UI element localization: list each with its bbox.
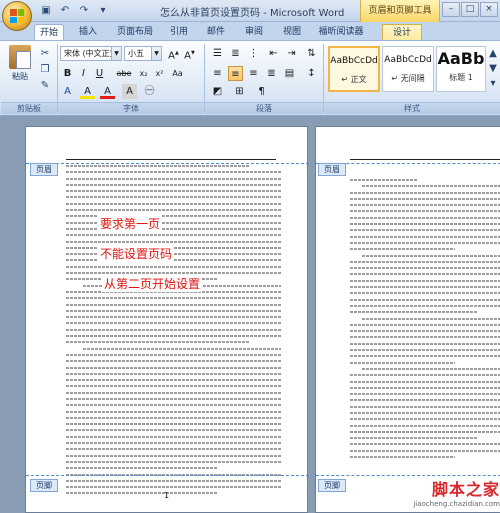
show-marks-icon[interactable]: ¶ xyxy=(254,84,269,99)
style-name: 标题 1 xyxy=(449,73,473,82)
watermark-url: jiaocheng.chazidian.com xyxy=(413,500,500,508)
subscript-button[interactable]: x₂ xyxy=(136,66,151,81)
context-tool-title: 页眉和页脚工具 xyxy=(360,0,440,22)
text-effect-button[interactable]: A xyxy=(60,84,75,99)
style-sample: AaBbCcDd xyxy=(330,56,378,66)
format-painter-icon[interactable]: ✎ xyxy=(38,79,52,92)
header-tag: 页眉 xyxy=(318,163,346,176)
paste-button[interactable]: 粘贴 xyxy=(6,45,34,93)
footer-boundary xyxy=(26,475,309,476)
header-tag: 页眉 xyxy=(30,163,58,176)
font-name-select[interactable]: 宋体 (中文正文) ▼ xyxy=(60,46,122,61)
style-no-spacing[interactable]: AaBbCcDd ↵ 无间隔 xyxy=(382,46,434,92)
header-boundary xyxy=(26,163,309,164)
annotation-first-page: 要求第一页 xyxy=(98,215,163,232)
align-right-icon[interactable]: ≡ xyxy=(246,66,261,81)
style-name: ↵ 无间隔 xyxy=(391,74,425,83)
page-2[interactable]: 页眉 页脚 脚本之家 jiaocheng.chazidian.com xyxy=(315,126,500,513)
align-left-icon[interactable]: ≡ xyxy=(210,66,225,81)
line-spacing-icon[interactable]: ↕ xyxy=(304,66,319,81)
undo-icon[interactable]: ↶ xyxy=(57,3,73,18)
paste-label: 粘贴 xyxy=(12,72,28,81)
redo-icon[interactable]: ↷ xyxy=(76,3,92,18)
style-normal[interactable]: AaBbCcDd ↵ 正文 xyxy=(328,46,380,92)
distributed-icon[interactable]: ▤ xyxy=(282,66,297,81)
tab-references[interactable]: 引用 xyxy=(166,24,192,40)
shading-icon[interactable]: ◩ xyxy=(210,84,225,99)
align-center-icon[interactable]: ≡ xyxy=(228,66,243,81)
paragraph-group-label: 段落 xyxy=(205,102,323,114)
justify-icon[interactable]: ≣ xyxy=(264,66,279,81)
clipboard-group-label: 剪贴板 xyxy=(1,102,57,114)
font-size-select[interactable]: 小五 ▼ xyxy=(124,46,162,61)
office-logo-icon xyxy=(10,9,24,23)
strikethrough-button[interactable]: abe xyxy=(114,66,134,81)
change-case-button[interactable]: Aa xyxy=(170,66,185,81)
page-1[interactable]: 页眉 要求第一页 不能设置页码 从第二页开始设置 页脚 1 xyxy=(25,126,309,513)
bullets-icon[interactable]: ☰ xyxy=(210,46,225,61)
tab-review[interactable]: 审阅 xyxy=(240,24,268,40)
font-size-value: 小五 xyxy=(128,49,144,58)
close-button[interactable]: × xyxy=(480,2,498,17)
char-shading-button[interactable]: A xyxy=(122,84,137,99)
bold-button[interactable]: B xyxy=(60,66,75,81)
italic-button[interactable]: I xyxy=(76,66,91,81)
ribbon-tabs: 开始 插入 页面布局 引用 邮件 审阅 视图 福昕阅读器 设计 xyxy=(0,22,500,40)
superscript-button[interactable]: x² xyxy=(152,66,167,81)
annotation-start-second-page: 从第二页开始设置 xyxy=(102,275,203,292)
watermark-logo: 脚本之家 xyxy=(431,480,500,499)
window-title: 怎么从非首页设置页码 - Microsoft Word xyxy=(160,8,345,19)
annotation-no-page-number: 不能设置页码 xyxy=(98,245,175,262)
quick-access-toolbar: ▣ ↶ ↷ ▾ xyxy=(38,3,111,18)
office-button[interactable] xyxy=(2,1,32,31)
tab-home[interactable]: 开始 xyxy=(34,24,64,40)
ribbon: 粘贴 ✂ ❐ ✎ 剪贴板 宋体 (中文正文) ▼ 小五 ▼ A▲ A▼ B I U … xyxy=(0,40,500,116)
chevron-down-icon: ▼ xyxy=(151,47,161,60)
paste-icon xyxy=(9,45,31,69)
copy-icon[interactable]: ❐ xyxy=(38,63,52,76)
tab-foxit-reader[interactable]: 福昕阅读器 xyxy=(316,24,366,40)
header-rule xyxy=(350,159,500,160)
save-icon[interactable]: ▣ xyxy=(38,3,54,18)
cut-icon[interactable]: ✂ xyxy=(38,47,52,60)
window-controls: – □ × xyxy=(442,2,498,17)
maximize-button[interactable]: □ xyxy=(461,2,479,17)
highlight-button[interactable]: A xyxy=(80,84,95,99)
enclose-char-icon[interactable]: ㊀ xyxy=(142,84,157,99)
tab-view[interactable]: 视图 xyxy=(278,24,306,40)
footer-tag: 页脚 xyxy=(30,479,58,492)
site-watermark: 脚本之家 jiaocheng.chazidian.com xyxy=(413,476,500,508)
multilevel-list-icon[interactable]: ⋮ xyxy=(246,46,261,61)
underline-button[interactable]: U xyxy=(92,66,107,81)
increase-indent-icon[interactable]: ⇥ xyxy=(284,46,299,61)
scroll-up-icon[interactable]: ▲ xyxy=(487,47,499,60)
footer-tag: 页脚 xyxy=(318,479,346,492)
tab-insert[interactable]: 插入 xyxy=(74,24,102,40)
font-color-button[interactable]: A xyxy=(100,84,115,99)
styles-group-label: 样式 xyxy=(324,102,500,114)
tab-design[interactable]: 设计 xyxy=(382,24,422,40)
decrease-indent-icon[interactable]: ⇤ xyxy=(266,46,281,61)
style-sample: AaBbCcDd xyxy=(384,55,432,65)
customize-icon[interactable]: ▾ xyxy=(95,3,111,18)
grow-font-icon[interactable]: A▲ xyxy=(166,46,181,61)
scroll-down-icon[interactable]: ▼ xyxy=(487,62,499,75)
header-rule xyxy=(66,159,276,160)
page-2-body-text xyxy=(350,179,500,462)
sort-icon[interactable]: ⇅ xyxy=(304,46,319,61)
minimize-button[interactable]: – xyxy=(442,2,460,17)
font-group-label: 字体 xyxy=(58,102,204,114)
tab-page-layout[interactable]: 页面布局 xyxy=(112,24,158,40)
shrink-font-icon[interactable]: A▼ xyxy=(182,46,197,61)
tab-mailings[interactable]: 邮件 xyxy=(202,24,230,40)
title-bar: ▣ ↶ ↷ ▾ 怎么从非首页设置页码 - Microsoft Word 页眉和页… xyxy=(0,0,500,31)
style-heading-1[interactable]: AaBb 标题 1 xyxy=(436,46,486,92)
style-name: ↵ 正文 xyxy=(341,75,367,84)
style-sample: AaBb xyxy=(437,49,485,68)
borders-icon[interactable]: ⊞ xyxy=(232,84,247,99)
chevron-down-icon: ▼ xyxy=(111,47,121,60)
page-number: 1 xyxy=(164,491,170,500)
more-styles-icon[interactable]: ▾ xyxy=(487,77,499,90)
numbering-icon[interactable]: ≣ xyxy=(228,46,243,61)
